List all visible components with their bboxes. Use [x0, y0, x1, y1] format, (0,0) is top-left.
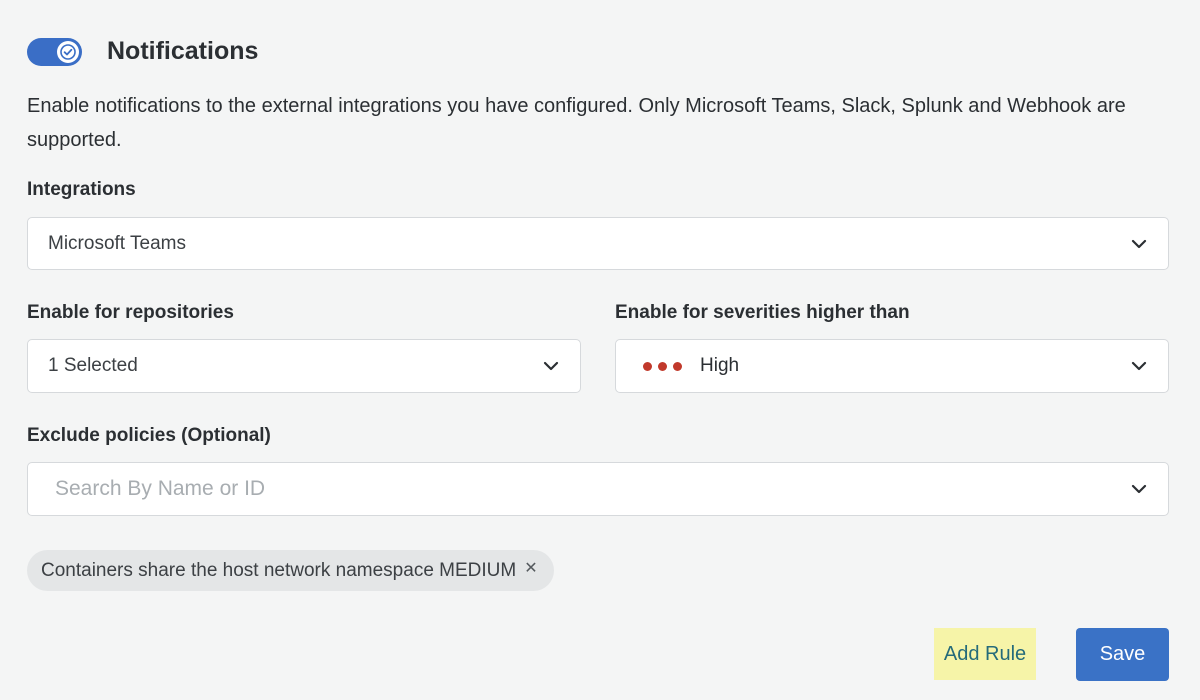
chevron-down-icon: [1131, 484, 1147, 494]
severity-high-icon: [643, 361, 688, 371]
repositories-label: Enable for repositories: [27, 302, 234, 323]
integrations-label: Integrations: [27, 179, 136, 200]
page-title: Notifications: [107, 37, 259, 65]
remove-chip-icon[interactable]: ✕: [524, 558, 537, 578]
chevron-down-icon: [1131, 239, 1147, 248]
repositories-select[interactable]: 1 Selected: [27, 339, 581, 393]
check-icon: [57, 40, 79, 63]
chip-label: Containers share the host network namesp…: [41, 559, 517, 581]
chevron-down-icon: [1131, 361, 1147, 371]
excluded-policy-chip: Containers share the host network namesp…: [27, 550, 554, 591]
repositories-value: 1 Selected: [48, 355, 138, 376]
severities-select[interactable]: High: [615, 339, 1169, 393]
severities-value: High: [700, 355, 740, 376]
chevron-down-icon: [543, 361, 559, 371]
save-button[interactable]: Save: [1076, 628, 1169, 681]
integrations-select[interactable]: Microsoft Teams: [27, 217, 1169, 270]
exclude-policies-select[interactable]: [27, 462, 1169, 516]
notifications-toggle[interactable]: [27, 37, 82, 66]
severities-label: Enable for severities higher than: [615, 302, 910, 323]
integrations-value: Microsoft Teams: [48, 232, 186, 254]
notifications-header: Notifications: [27, 37, 258, 66]
exclude-label: Exclude policies (Optional): [27, 425, 271, 446]
policy-search-input[interactable]: [48, 477, 1048, 501]
notifications-description: Enable notifications to the external int…: [27, 95, 1126, 151]
add-rule-button[interactable]: Add Rule: [934, 628, 1036, 680]
